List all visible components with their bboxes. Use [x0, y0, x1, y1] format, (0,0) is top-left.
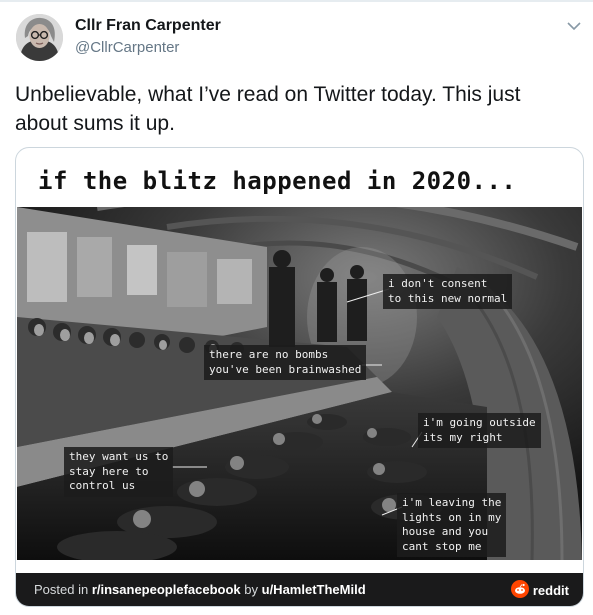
author-name[interactable]: Cllr Fran Carpenter: [75, 17, 221, 35]
caption-no-bombs: there are no bombs you've been brainwash…: [204, 345, 367, 380]
posted-prefix: Posted in: [34, 582, 92, 597]
tweet-text: Unbelievable, what I’ve read on Twitter …: [15, 83, 521, 135]
caption-consent: i don't consent to this new normal: [383, 274, 513, 309]
avatar[interactable]: [16, 14, 63, 61]
reddit-alien-icon: [510, 580, 529, 601]
posted-in-text: Posted in r/insanepeoplefacebook by u/Ha…: [34, 582, 366, 597]
media-card[interactable]: if the blitz happened in 2020... i don't…: [15, 147, 584, 607]
blitz-photo[interactable]: i don't consent to this new normal there…: [17, 207, 582, 560]
posted-by: by: [240, 582, 262, 597]
reddit-logo[interactable]: reddit: [510, 580, 569, 601]
caption-going-outside: i'm going outside its my right: [418, 413, 541, 448]
subreddit-link[interactable]: r/insanepeoplefacebook: [92, 582, 241, 597]
author-handle[interactable]: @CllrCarpenter: [75, 39, 179, 56]
caption-lights-on: i'm leaving the lights on in my house an…: [397, 493, 507, 557]
meme-title: if the blitz happened in 2020...: [38, 167, 517, 195]
reddit-wordmark: reddit: [532, 583, 569, 598]
chevron-down-icon[interactable]: [567, 18, 581, 31]
reddit-footer: Posted in r/insanepeoplefacebook by u/Ha…: [16, 573, 583, 606]
top-divider: [0, 0, 593, 2]
caption-control-us: they want us to stay here to control us: [64, 447, 174, 497]
reddit-user-link[interactable]: u/HamletTheMild: [262, 582, 366, 597]
